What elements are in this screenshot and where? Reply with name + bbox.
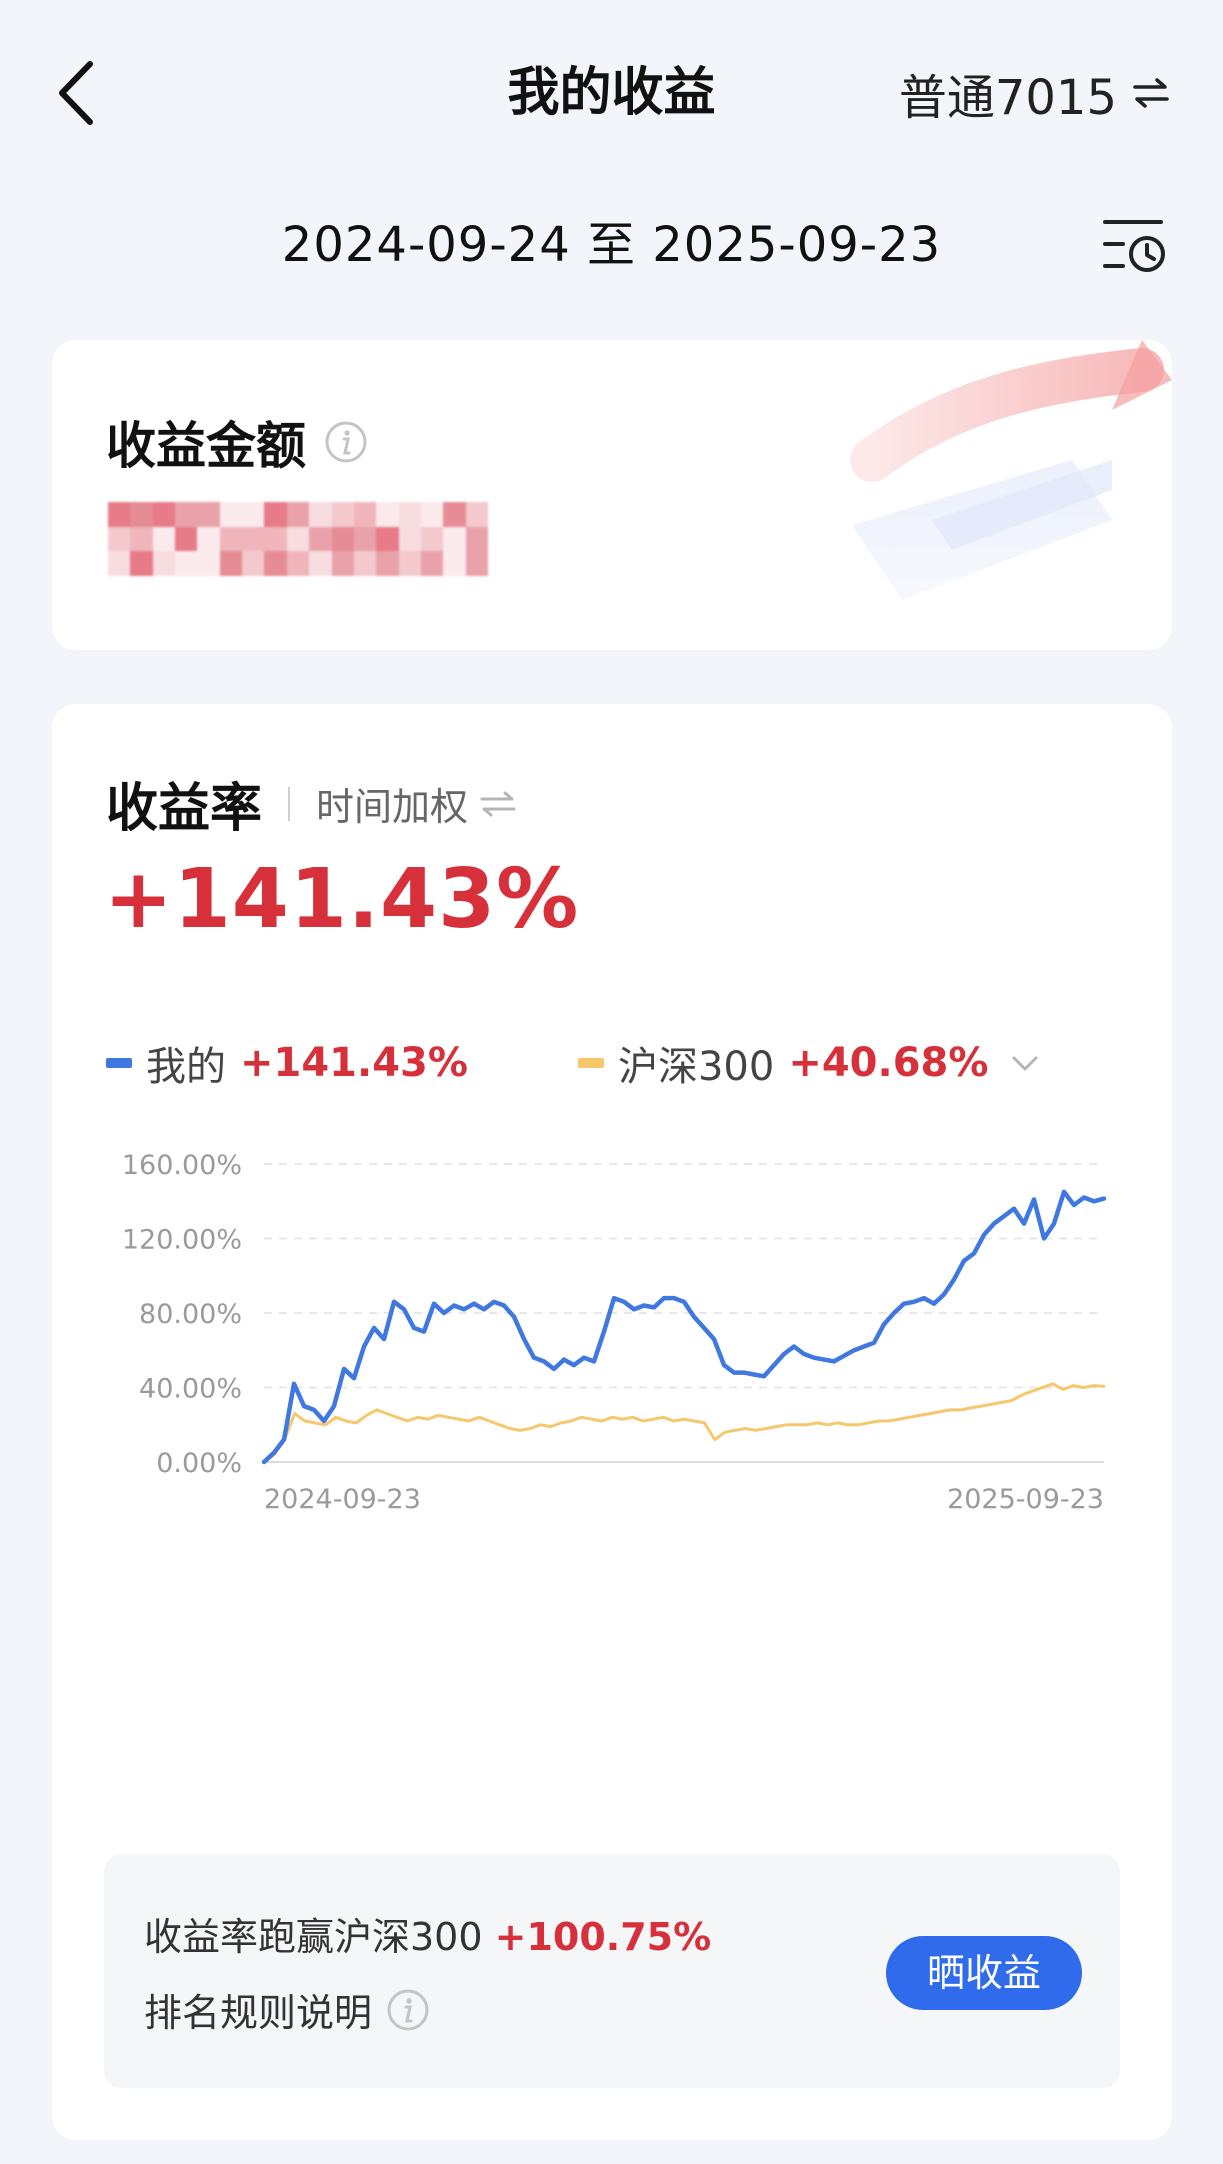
mask-cell bbox=[286, 551, 310, 576]
mask-cell bbox=[376, 526, 399, 552]
mask-cell bbox=[242, 526, 265, 552]
mask-cell bbox=[353, 526, 377, 552]
mask-cell bbox=[219, 526, 243, 552]
mask-cell bbox=[465, 502, 488, 527]
mask-cell bbox=[398, 526, 421, 552]
chevron-down-icon[interactable] bbox=[1008, 1051, 1042, 1075]
swap-arrows-icon bbox=[1133, 78, 1169, 108]
chart-legend: 我的 +141.43% 沪深300 +40.68% bbox=[106, 1034, 1042, 1092]
mask-cell bbox=[264, 502, 287, 527]
mask-cell bbox=[152, 526, 176, 552]
legend-swatch-benchmark bbox=[577, 1058, 604, 1068]
mask-cell bbox=[152, 502, 176, 527]
legend-value-mine: +141.43% bbox=[240, 1040, 468, 1086]
return-rate-header: 收益率 时间加权 bbox=[106, 766, 518, 841]
legend-item-mine: 我的 +141.43% bbox=[106, 1034, 468, 1092]
mask-cell bbox=[108, 502, 131, 527]
mask-cell bbox=[175, 526, 198, 552]
legend-name-mine: 我的 bbox=[146, 1044, 226, 1090]
earnings-amount-card: 收益金额 bbox=[52, 340, 1172, 650]
series-line-mine bbox=[261, 1189, 1107, 1465]
mask-cell bbox=[130, 526, 153, 552]
mask-cell bbox=[376, 551, 399, 576]
mask-cell bbox=[465, 551, 488, 576]
mask-cell bbox=[286, 502, 310, 527]
mask-cell bbox=[309, 551, 332, 576]
swap-arrows-icon[interactable] bbox=[478, 789, 518, 819]
mask-cell bbox=[108, 551, 131, 576]
legend-value-benchmark: +40.68% bbox=[788, 1040, 989, 1086]
mask-cell bbox=[443, 502, 466, 527]
mask-cell bbox=[130, 551, 153, 576]
y-tick-label: 40.00% bbox=[139, 1374, 242, 1405]
share-earnings-button[interactable]: 晒收益 bbox=[886, 1936, 1082, 2010]
mask-cell bbox=[219, 551, 243, 576]
mask-cell bbox=[331, 526, 354, 552]
account-switcher[interactable]: 普通7015 bbox=[899, 58, 1171, 128]
x-tick-label: 2025-09-23 bbox=[947, 1484, 1104, 1515]
header: 我的收益 普通7015 bbox=[0, 0, 1223, 190]
mask-cell bbox=[242, 502, 265, 527]
return-rate-line-chart[interactable]: 160.00% 120.00% 80.00% 40.00% 0.00% 2024-09-2… bbox=[52, 1144, 1172, 1524]
mask-cell bbox=[398, 502, 421, 527]
legend-item-benchmark[interactable]: 沪深300 +40.68% bbox=[577, 1034, 1042, 1092]
outperform-text: 收益率跑赢沪深300 +100.75% bbox=[144, 1906, 711, 1961]
ranking-rules-label: 排名规则说明 bbox=[144, 1991, 373, 2035]
mask-cell bbox=[465, 526, 488, 552]
masked-amount-value bbox=[108, 502, 488, 576]
weighting-mode-toggle[interactable]: 时间加权 bbox=[316, 776, 468, 831]
legend-swatch-mine bbox=[106, 1058, 132, 1068]
return-rate-title: 收益率 bbox=[106, 779, 263, 839]
y-tick-label: 80.00% bbox=[139, 1299, 242, 1330]
y-tick-label: 120.00% bbox=[122, 1225, 242, 1256]
mask-cell bbox=[420, 502, 444, 527]
mask-cell bbox=[331, 551, 354, 576]
return-rate-value: +141.43% bbox=[104, 852, 580, 947]
my-earnings-page: 我的收益 普通7015 2024-09-24 至 2025-09-23 收益金额… bbox=[0, 0, 1223, 2164]
mask-cell bbox=[286, 526, 310, 552]
mask-cell bbox=[398, 551, 421, 576]
mask-cell bbox=[420, 551, 444, 576]
mask-cell bbox=[376, 502, 399, 527]
series-line-benchmark bbox=[262, 1382, 1106, 1464]
earnings-amount-label: 收益金额 bbox=[106, 406, 368, 478]
mask-cell bbox=[197, 502, 220, 527]
mask-cell bbox=[443, 551, 466, 576]
mask-cell bbox=[197, 551, 220, 576]
info-icon[interactable] bbox=[324, 420, 368, 464]
ranking-rules-link[interactable]: 排名规则说明 bbox=[144, 1982, 430, 2037]
return-rate-card: 收益率 时间加权 +141.43% 我的 +141.43% 沪深300 +40.… bbox=[52, 704, 1172, 2140]
legend-name-benchmark: 沪深300 bbox=[617, 1044, 775, 1090]
date-range[interactable]: 2024-09-24 至 2025-09-23 bbox=[0, 210, 1223, 280]
account-name: 普通7015 bbox=[898, 70, 1117, 126]
mask-cell bbox=[242, 551, 265, 576]
mask-cell bbox=[331, 502, 354, 527]
mask-cell bbox=[130, 502, 153, 527]
mask-cell bbox=[353, 502, 377, 527]
info-icon[interactable] bbox=[386, 1988, 430, 2032]
mask-cell bbox=[309, 502, 332, 527]
history-filter-icon[interactable] bbox=[1101, 214, 1167, 276]
mask-cell bbox=[197, 526, 220, 552]
mask-cell bbox=[443, 526, 466, 552]
outperform-label: 收益率跑赢沪深300 bbox=[144, 1915, 495, 1959]
mask-cell bbox=[420, 526, 444, 552]
header-divider bbox=[288, 786, 291, 821]
mask-cell bbox=[219, 502, 243, 527]
mask-cell bbox=[353, 551, 377, 576]
outperform-value: +100.75% bbox=[494, 1915, 712, 1959]
benchmark-comparison-box: 收益率跑赢沪深300 +100.75% 排名规则说明 晒收益 bbox=[104, 1854, 1120, 2088]
mask-cell bbox=[175, 502, 198, 527]
mask-cell bbox=[264, 526, 287, 552]
y-tick-label: 160.00% bbox=[122, 1150, 242, 1181]
y-tick-label: 0.00% bbox=[156, 1448, 242, 1479]
mask-cell bbox=[175, 551, 198, 576]
earnings-amount-title: 收益金额 bbox=[106, 417, 306, 475]
mask-cell bbox=[264, 551, 287, 576]
growth-decoration-illustration bbox=[850, 340, 1172, 600]
x-tick-label: 2024-09-23 bbox=[264, 1484, 421, 1515]
mask-cell bbox=[309, 526, 332, 552]
mask-cell bbox=[108, 526, 131, 552]
mask-cell bbox=[152, 551, 176, 576]
